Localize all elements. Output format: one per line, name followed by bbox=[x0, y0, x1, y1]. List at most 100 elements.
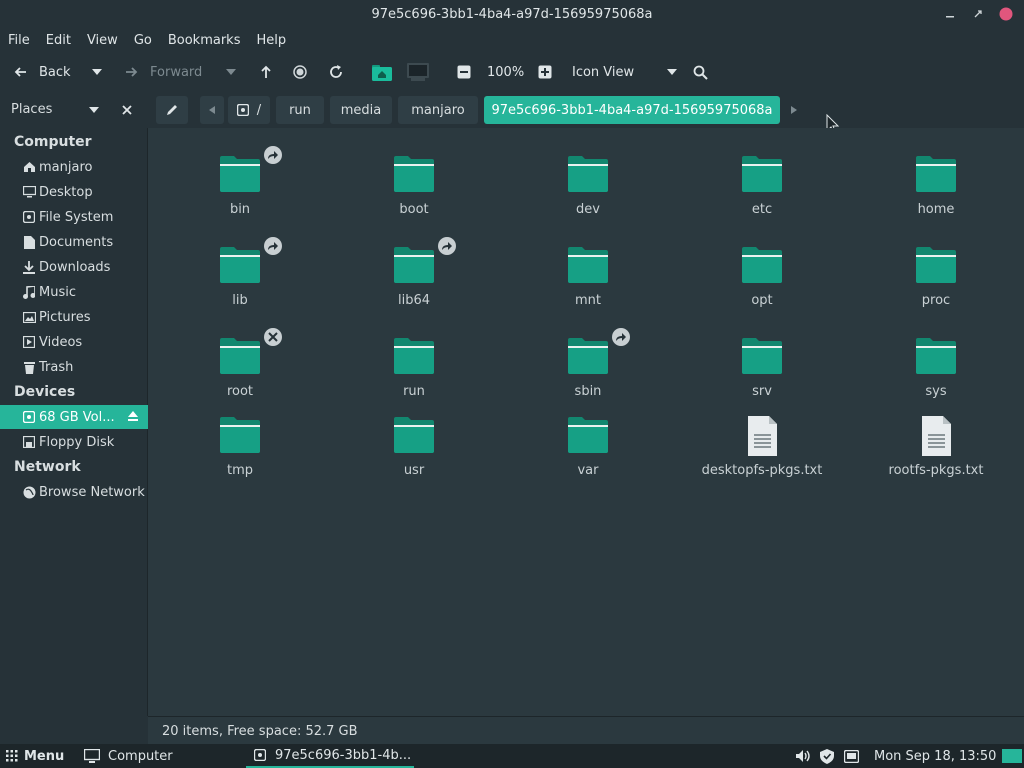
sidebar-item-downloads[interactable]: Downloads bbox=[0, 255, 148, 279]
zoom-in-icon bbox=[538, 65, 552, 79]
menu-file[interactable]: File bbox=[0, 30, 38, 52]
symlink-emblem-icon bbox=[438, 237, 456, 255]
folder-item[interactable]: opt bbox=[692, 245, 832, 325]
breadcrumb-root[interactable]: / bbox=[228, 96, 270, 124]
taskbar-computer[interactable]: Computer bbox=[84, 744, 173, 768]
reload-button[interactable] bbox=[328, 56, 344, 88]
minimize-icon[interactable] bbox=[942, 6, 958, 22]
trash-icon bbox=[22, 360, 36, 374]
folder-icon bbox=[914, 336, 958, 380]
sidebar-item-volume[interactable]: 68 GB Vol... bbox=[0, 405, 148, 429]
pencil-icon bbox=[167, 105, 177, 115]
item-label: var bbox=[577, 463, 599, 478]
breadcrumb-label: 97e5c696-3bb1-4ba4-a97d-15695975068a bbox=[491, 102, 773, 118]
sidebar-item-documents[interactable]: Documents bbox=[0, 230, 148, 254]
menu-view[interactable]: View bbox=[79, 30, 126, 52]
network-icon[interactable] bbox=[844, 744, 859, 768]
folder-item[interactable]: run bbox=[344, 336, 484, 416]
folder-item[interactable]: root bbox=[170, 328, 310, 416]
folder-item[interactable]: usr bbox=[344, 415, 484, 495]
caret-down-icon bbox=[667, 69, 678, 75]
sidebar-item-desktop[interactable]: Desktop bbox=[0, 180, 148, 204]
folder-item[interactable]: proc bbox=[866, 245, 1006, 325]
places-title: Places bbox=[11, 102, 53, 117]
folder-item[interactable]: srv bbox=[692, 336, 832, 416]
menu-button[interactable]: Menu bbox=[6, 744, 64, 768]
sidebar-item-pictures[interactable]: Pictures bbox=[0, 305, 148, 329]
breadcrumb-run[interactable]: run bbox=[276, 96, 324, 124]
folder-item[interactable]: home bbox=[866, 154, 1006, 234]
file-item[interactable]: desktopfs-pkgs.txt bbox=[692, 415, 832, 495]
folder-item[interactable]: dev bbox=[518, 154, 658, 234]
sidebar-item-floppy-disk[interactable]: Floppy Disk bbox=[0, 430, 148, 454]
folder-item[interactable]: sys bbox=[866, 336, 1006, 416]
forward-history-dropdown[interactable] bbox=[226, 56, 236, 88]
back-history-dropdown[interactable] bbox=[92, 56, 102, 88]
sidebar-item-file-system[interactable]: File System bbox=[0, 205, 148, 229]
close-sidebar-icon[interactable] bbox=[122, 105, 132, 115]
folder-icon bbox=[914, 245, 958, 289]
folder-item[interactable]: bin bbox=[170, 146, 310, 234]
sidebar-item-videos[interactable]: Videos bbox=[0, 330, 148, 354]
search-button[interactable] bbox=[693, 56, 708, 88]
shield-icon[interactable] bbox=[820, 744, 834, 768]
item-label: lib bbox=[232, 293, 248, 308]
maximize-icon[interactable] bbox=[970, 6, 986, 22]
stop-button[interactable] bbox=[293, 56, 307, 88]
sidebar-item-trash[interactable]: Trash bbox=[0, 355, 148, 379]
item-label: desktopfs-pkgs.txt bbox=[701, 463, 823, 478]
folder-icon bbox=[740, 245, 784, 289]
eject-icon[interactable] bbox=[127, 410, 139, 426]
caret-down-icon bbox=[92, 69, 102, 75]
folder-icon bbox=[218, 415, 262, 459]
folder-icon bbox=[392, 336, 436, 380]
show-desktop-button[interactable] bbox=[1002, 749, 1022, 763]
menu-edit[interactable]: Edit bbox=[38, 30, 79, 52]
folder-item[interactable]: mnt bbox=[518, 245, 658, 325]
breadcrumb-manjaro[interactable]: manjaro bbox=[398, 96, 478, 124]
menu-go[interactable]: Go bbox=[126, 30, 160, 52]
back-button[interactable]: Back bbox=[14, 56, 71, 88]
search-icon bbox=[693, 65, 708, 80]
view-mode-select[interactable]: Icon View bbox=[572, 56, 678, 88]
home-button[interactable] bbox=[372, 56, 392, 88]
folder-item[interactable]: tmp bbox=[170, 415, 310, 495]
computer-button[interactable] bbox=[407, 56, 429, 88]
item-label: proc bbox=[921, 293, 951, 308]
breadcrumb-scroll-right[interactable] bbox=[784, 96, 804, 124]
music-icon bbox=[22, 285, 36, 299]
folder-item[interactable]: boot bbox=[344, 154, 484, 234]
sidebar-item-music[interactable]: Music bbox=[0, 280, 148, 304]
folder-icon bbox=[566, 415, 610, 459]
folder-item[interactable]: lib64 bbox=[344, 237, 484, 325]
up-button[interactable] bbox=[259, 56, 273, 88]
zoom-out-button[interactable] bbox=[457, 56, 471, 88]
folder-item[interactable]: etc bbox=[692, 154, 832, 234]
file-item[interactable]: rootfs-pkgs.txt bbox=[866, 415, 1006, 495]
item-label: run bbox=[403, 384, 425, 399]
folder-item[interactable]: lib bbox=[170, 237, 310, 325]
item-label: etc bbox=[751, 202, 773, 217]
taskbar-computer-label: Computer bbox=[108, 748, 173, 764]
clock[interactable]: Mon Sep 18, 13:50 bbox=[874, 744, 996, 768]
menu-help[interactable]: Help bbox=[248, 30, 294, 52]
folder-item[interactable]: var bbox=[518, 415, 658, 495]
menu-bookmarks[interactable]: Bookmarks bbox=[160, 30, 249, 52]
volume-icon[interactable] bbox=[795, 744, 812, 768]
taskbar-window-label: 97e5c696-3bb1-4b... bbox=[275, 747, 412, 763]
item-label: root bbox=[226, 384, 254, 399]
text-file-icon bbox=[740, 415, 784, 459]
breadcrumb-current[interactable]: 97e5c696-3bb1-4ba4-a97d-15695975068a bbox=[484, 96, 780, 124]
breadcrumb-scroll-left[interactable] bbox=[200, 96, 224, 124]
taskbar-window-button[interactable]: 97e5c696-3bb1-4b... bbox=[246, 744, 414, 768]
sidebar-item-manjaro[interactable]: manjaro bbox=[0, 155, 148, 179]
close-icon[interactable] bbox=[998, 6, 1014, 22]
caret-down-icon[interactable] bbox=[89, 107, 99, 113]
edit-location-button[interactable] bbox=[156, 96, 188, 124]
sidebar-item-browse-network[interactable]: Browse Network bbox=[0, 480, 148, 504]
breadcrumb-media[interactable]: media bbox=[330, 96, 392, 124]
text-file-icon bbox=[914, 415, 958, 459]
forward-button[interactable]: Forward bbox=[124, 56, 202, 88]
folder-item[interactable]: sbin bbox=[518, 328, 658, 416]
zoom-in-button[interactable] bbox=[538, 56, 552, 88]
